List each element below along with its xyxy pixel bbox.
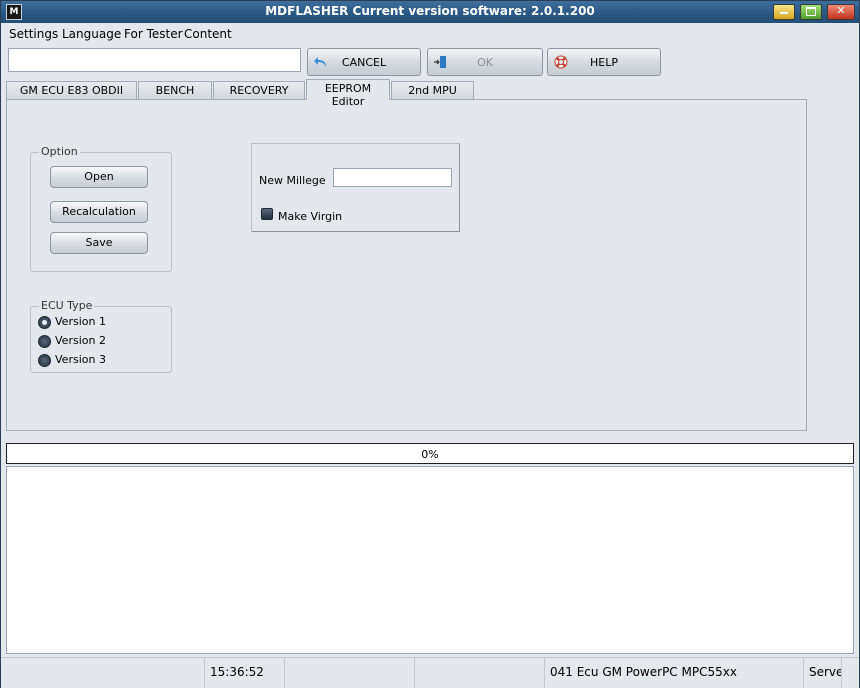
close-button[interactable]: ✕ bbox=[827, 4, 855, 20]
menu-for-tester[interactable]: For Tester bbox=[124, 27, 183, 41]
cancel-button[interactable]: CANCEL bbox=[307, 48, 421, 76]
ecu-version-label: Version 3 bbox=[55, 353, 106, 366]
ecu-version-label: Version 1 bbox=[55, 315, 106, 328]
window-title: MDFLASHER Current version software: 2.0.… bbox=[265, 4, 595, 18]
title-bar[interactable]: M MDFLASHER Current version software: 2.… bbox=[1, 1, 859, 23]
new-mileage-input[interactable] bbox=[333, 168, 452, 187]
log-area[interactable] bbox=[6, 466, 854, 654]
menu-content[interactable]: Content bbox=[184, 27, 232, 41]
ecu-version-label: Version 2 bbox=[55, 334, 106, 347]
tab-gm-ecu-e83[interactable]: GM ECU E83 OBDII Mode bbox=[6, 81, 137, 110]
recalculation-button[interactable]: Recalculation bbox=[50, 201, 148, 223]
status-ecu-info: 041 Ecu GM PowerPC MPC55xx bbox=[544, 658, 803, 688]
radio-checked-icon[interactable] bbox=[38, 316, 51, 329]
tab-bench-mode[interactable]: BENCH Mode bbox=[138, 81, 212, 110]
radio-unchecked-icon[interactable] bbox=[38, 335, 51, 348]
maximize-button[interactable] bbox=[800, 4, 822, 20]
menu-bar: Settings Language For Tester Content bbox=[1, 23, 859, 45]
radio-unchecked-icon[interactable] bbox=[38, 354, 51, 367]
cancel-label: CANCEL bbox=[341, 56, 387, 69]
status-bar: 15:36:52 041 Ecu GM PowerPC MPC55xx Serv… bbox=[1, 657, 859, 688]
menu-language[interactable]: Language bbox=[62, 27, 121, 41]
tab-recovery-mode[interactable]: RECOVERY Mode bbox=[213, 81, 305, 110]
menu-settings[interactable]: Settings bbox=[9, 27, 58, 41]
eeprom-editor-panel: Option Open Recalculation Save ECU Type … bbox=[6, 99, 807, 431]
close-icon: ✕ bbox=[836, 4, 846, 17]
ok-label: OK bbox=[477, 56, 493, 69]
save-button[interactable]: Save bbox=[50, 232, 148, 254]
mileage-panel: New Millege Make Virgin bbox=[251, 143, 460, 232]
ok-button[interactable]: OK bbox=[427, 48, 543, 76]
help-label: HELP bbox=[590, 56, 618, 69]
minimize-button[interactable] bbox=[773, 4, 795, 20]
status-server: Server bbox=[803, 658, 841, 688]
ecu-type-group: ECU Type Version 1 Version 2 Version 3 bbox=[30, 299, 172, 373]
tab-2nd-mpu-editor[interactable]: 2nd MPU Editor bbox=[391, 81, 474, 110]
app-window: M MDFLASHER Current version software: 2.… bbox=[0, 0, 860, 688]
progress-bar: 0% bbox=[6, 443, 854, 464]
option-group: Option Open Recalculation Save bbox=[30, 145, 172, 272]
make-virgin-label: Make Virgin bbox=[278, 210, 343, 223]
status-time: 15:36:52 bbox=[204, 658, 284, 688]
ecu-type-group-title: ECU Type bbox=[39, 299, 95, 312]
new-mileage-label: New Millege bbox=[259, 174, 326, 187]
progress-text: 0% bbox=[421, 448, 439, 461]
help-button[interactable]: HELP bbox=[547, 48, 661, 76]
option-group-title: Option bbox=[39, 145, 80, 158]
status-cell-empty-3 bbox=[414, 658, 544, 688]
tab-eeprom-editor[interactable]: EEPROM Editor bbox=[306, 79, 390, 108]
size-grip-icon[interactable] bbox=[841, 658, 859, 688]
status-cell-empty-1 bbox=[1, 658, 204, 688]
toolbar-input[interactable] bbox=[8, 48, 301, 72]
status-cell-empty-2 bbox=[284, 658, 414, 688]
make-virgin-checkbox[interactable] bbox=[261, 208, 273, 220]
open-button[interactable]: Open bbox=[50, 166, 148, 188]
